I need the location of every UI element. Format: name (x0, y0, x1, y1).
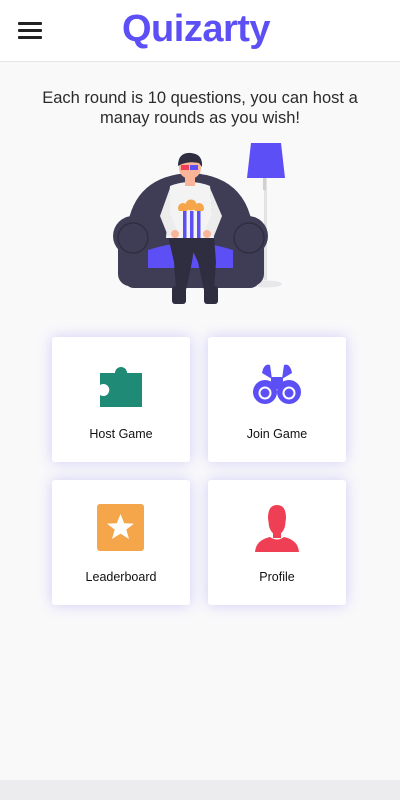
puzzle-piece-icon (100, 367, 142, 407)
join-game-label: Join Game (246, 427, 308, 441)
intro-text: Each round is 10 questions, you can host… (42, 89, 358, 127)
person-icon (255, 505, 299, 552)
profile-label: Profile (259, 570, 295, 584)
person-on-couch-illustration (113, 143, 285, 304)
binoculars-icon (253, 364, 301, 404)
profile-card[interactable]: Profile (208, 480, 346, 605)
app-bar: Quizarty (0, 0, 400, 62)
app-logo: Quizarty (122, 8, 271, 50)
star-badge-icon (97, 504, 144, 551)
hamburger-menu-icon[interactable] (18, 19, 44, 41)
host-game-label: Host Game (89, 427, 153, 441)
host-game-card[interactable]: Host Game (52, 337, 190, 462)
bottom-bar (0, 780, 400, 800)
leaderboard-label: Leaderboard (85, 570, 157, 584)
leaderboard-card[interactable]: Leaderboard (52, 480, 190, 605)
join-game-card[interactable]: Join Game (208, 337, 346, 462)
